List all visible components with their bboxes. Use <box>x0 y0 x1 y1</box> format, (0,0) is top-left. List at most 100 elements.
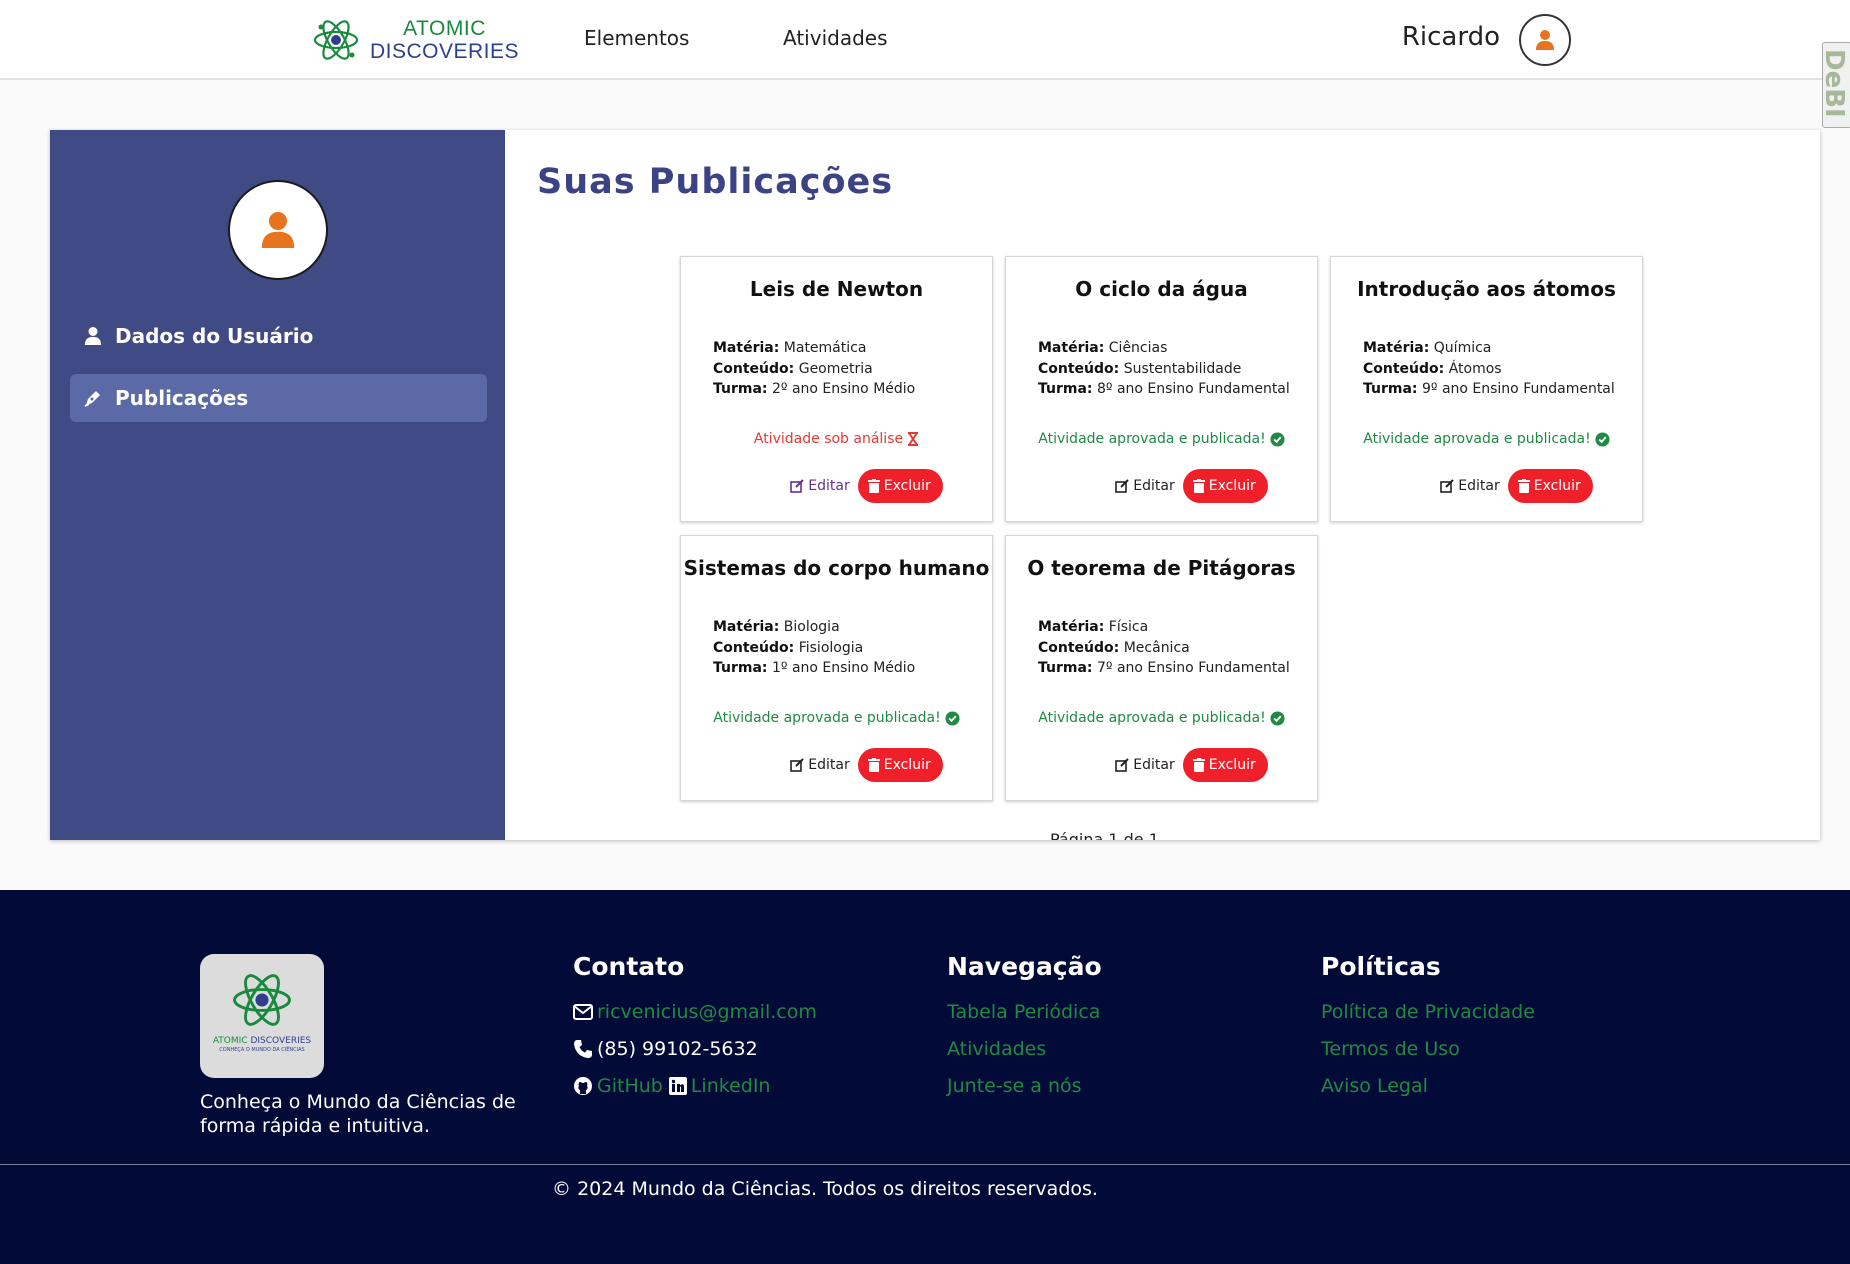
delete-button[interactable]: Excluir <box>857 469 943 503</box>
footer-heading: Contato <box>573 952 685 981</box>
profile-sidebar: Dados do Usuário Publicações <box>50 130 505 840</box>
footer-policies: Políticas Política de Privacidade Termos… <box>1321 952 1535 1104</box>
envelope-icon <box>573 1003 593 1020</box>
trash-icon <box>1517 479 1530 493</box>
footer-link-aviso-legal[interactable]: Aviso Legal <box>1321 1075 1428 1097</box>
linkedin-icon <box>668 1076 687 1095</box>
card-title: O ciclo da água <box>1075 277 1248 301</box>
card-turma: 9º ano Ensino Fundamental <box>1421 381 1615 397</box>
side-tab-text: DeBI <box>1822 49 1849 118</box>
side-tab[interactable]: DeBI <box>1822 42 1850 128</box>
footer-tagline: Conheça o Mundo da Ciências de forma ráp… <box>200 1091 516 1137</box>
footer-linkedin-link[interactable]: LinkedIn <box>691 1075 771 1097</box>
footer-contact: Contato ricvenicius@gmail.com (85) 99102… <box>573 952 817 1104</box>
edit-icon <box>1115 758 1129 772</box>
card-turma: 1º ano Ensino Médio <box>771 660 916 676</box>
edit-button[interactable]: Editar <box>1440 478 1500 494</box>
delete-button[interactable]: Excluir <box>1507 469 1593 503</box>
footer-link-privacidade[interactable]: Política de Privacidade <box>1321 1001 1535 1023</box>
publication-card: O ciclo da água Matéria: Ciências Conteú… <box>1005 256 1318 522</box>
site-logo[interactable]: ATOMIC DISCOVERIES <box>312 14 519 66</box>
phone-icon <box>574 1039 592 1058</box>
card-conteudo: Sustentabilidade <box>1123 360 1242 377</box>
footer-logo-text-a: ATOMIC <box>212 1036 248 1046</box>
footer-link-junte-se[interactable]: Junte-se a nós <box>947 1075 1082 1097</box>
user-avatar-button[interactable] <box>1519 14 1571 66</box>
card-materia: Matemática <box>783 340 867 356</box>
card-conteudo: Geometria <box>798 360 873 377</box>
edit-button[interactable]: Editar <box>790 478 850 494</box>
trash-icon <box>867 758 880 772</box>
user-icon <box>261 212 295 248</box>
card-materia: Biologia <box>783 619 840 635</box>
logo-text-line1: ATOMIC <box>403 17 486 40</box>
publication-card: Introdução aos átomos Matéria: Química C… <box>1330 256 1643 522</box>
footer-logo: ATOMIC DISCOVERIES CONHEÇA O MUNDO DA CI… <box>200 954 324 1078</box>
nav-link-elementos[interactable]: Elementos <box>584 26 689 50</box>
logo-text-line2: DISCOVERIES <box>370 40 520 63</box>
card-turma: 2º ano Ensino Médio <box>771 381 916 397</box>
footer-link-termos[interactable]: Termos de Uso <box>1321 1038 1460 1060</box>
card-title: O teorema de Pitágoras <box>1027 556 1296 580</box>
edit-button[interactable]: Editar <box>790 757 850 773</box>
atom-logo-icon <box>233 974 291 1026</box>
check-circle-icon <box>1270 710 1285 726</box>
card-title: Introdução aos átomos <box>1357 277 1616 301</box>
nav-link-atividades[interactable]: Atividades <box>783 26 888 50</box>
card-materia: Ciências <box>1108 340 1168 356</box>
delete-button[interactable]: Excluir <box>1182 469 1268 503</box>
footer-email-link[interactable]: ricvenicius@gmail.com <box>597 1001 817 1023</box>
delete-button[interactable]: Excluir <box>857 748 943 782</box>
card-conteudo: Fisiologia <box>798 639 864 656</box>
check-circle-icon <box>1595 431 1610 447</box>
status-badge: Atividade aprovada e publicada! <box>1331 431 1642 447</box>
github-icon <box>574 1076 592 1095</box>
user-name: Ricardo <box>1401 22 1500 52</box>
main-panel: Dados do Usuário Publicações Suas Public… <box>50 130 1820 840</box>
status-badge: Atividade sob análise <box>681 431 992 447</box>
footer-logo-text-b: DISCOVERIES <box>250 1036 312 1046</box>
card-conteudo: Mecânica <box>1123 639 1190 656</box>
user-icon <box>81 324 105 348</box>
delete-button[interactable]: Excluir <box>1182 748 1268 782</box>
publication-card: Sistemas do corpo humano Matéria: Biolog… <box>680 535 993 801</box>
atom-logo-icon <box>313 20 359 60</box>
edit-icon <box>790 479 804 493</box>
edit-button[interactable]: Editar <box>1115 478 1175 494</box>
card-title: Leis de Newton <box>749 277 924 301</box>
trash-icon <box>1192 479 1205 493</box>
card-materia: Física <box>1108 619 1149 635</box>
card-conteudo: Átomos <box>1448 360 1502 377</box>
status-badge: Atividade aprovada e publicada! <box>681 710 992 726</box>
check-circle-icon <box>945 710 960 726</box>
copyright: © 2024 Mundo da Ciências. Todos os direi… <box>552 1178 1098 1200</box>
profile-avatar <box>228 180 328 280</box>
sidebar-item-dados-usuario[interactable]: Dados do Usuário <box>70 312 487 360</box>
sidebar-item-label: Publicações <box>115 386 249 410</box>
footer-phone: (85) 99102-5632 <box>597 1037 758 1060</box>
top-navbar: ATOMIC DISCOVERIES Elementos Atividades … <box>0 0 1850 128</box>
card-title: Sistemas do corpo humano <box>683 556 990 580</box>
sidebar-item-publicacoes[interactable]: Publicações <box>70 374 487 422</box>
card-turma: 8º ano Ensino Fundamental <box>1096 381 1290 397</box>
footer-heading: Navegação <box>947 952 1102 981</box>
card-materia: Química <box>1433 340 1492 356</box>
publication-card: O teorema de Pitágoras Matéria: Física C… <box>1005 535 1318 801</box>
footer-github-link[interactable]: GitHub <box>597 1075 663 1097</box>
footer-link-tabela-periodica[interactable]: Tabela Periódica <box>947 1001 1100 1023</box>
footer-logo-subtitle: CONHEÇA O MUNDO DA CIÊNCIAS <box>219 1047 305 1053</box>
user-icon <box>1536 30 1554 50</box>
footer-link-atividades[interactable]: Atividades <box>947 1038 1046 1060</box>
status-badge: Atividade aprovada e publicada! <box>1006 431 1317 447</box>
check-circle-icon <box>1270 431 1285 447</box>
trash-icon <box>867 479 880 493</box>
status-badge: Atividade aprovada e publicada! <box>1006 710 1317 726</box>
card-turma: 7º ano Ensino Fundamental <box>1096 660 1290 676</box>
edit-button[interactable]: Editar <box>1115 757 1175 773</box>
site-footer: ATOMIC DISCOVERIES CONHEÇA O MUNDO DA CI… <box>0 890 1850 1264</box>
edit-icon <box>1440 479 1454 493</box>
publication-card: Leis de Newton Matéria: Matemática Conte… <box>680 256 993 522</box>
footer-divider <box>0 1164 1850 1165</box>
trash-icon <box>1192 758 1205 772</box>
pagination-label: Página 1 de 1 <box>1050 830 1159 840</box>
